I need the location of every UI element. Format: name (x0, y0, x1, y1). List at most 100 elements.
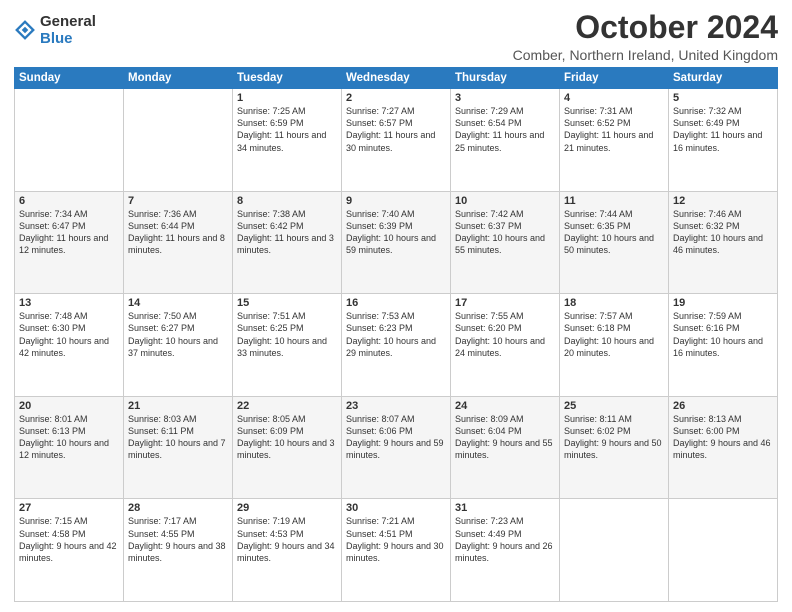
logo-general: General (40, 14, 96, 31)
day-content: Sunrise: 8:01 AM Sunset: 6:13 PM Dayligh… (19, 413, 119, 462)
day-number: 25 (564, 400, 664, 412)
day-content: Sunrise: 7:50 AM Sunset: 6:27 PM Dayligh… (128, 310, 228, 359)
day-number: 9 (346, 195, 446, 207)
logo-text: General Blue (40, 14, 96, 47)
day-content: Sunrise: 7:32 AM Sunset: 6:49 PM Dayligh… (673, 105, 773, 154)
calendar-cell: 10Sunrise: 7:42 AM Sunset: 6:37 PM Dayli… (451, 191, 560, 294)
day-number: 6 (19, 195, 119, 207)
calendar-cell: 14Sunrise: 7:50 AM Sunset: 6:27 PM Dayli… (124, 294, 233, 397)
day-number: 18 (564, 297, 664, 309)
day-number: 30 (346, 502, 446, 514)
title-block: October 2024 Comber, Northern Ireland, U… (513, 10, 778, 63)
day-content: Sunrise: 7:25 AM Sunset: 6:59 PM Dayligh… (237, 105, 337, 154)
day-header-wednesday: Wednesday (342, 68, 451, 89)
calendar-cell: 3Sunrise: 7:29 AM Sunset: 6:54 PM Daylig… (451, 89, 560, 192)
calendar-cell: 29Sunrise: 7:19 AM Sunset: 4:53 PM Dayli… (233, 499, 342, 602)
day-content: Sunrise: 7:34 AM Sunset: 6:47 PM Dayligh… (19, 208, 119, 257)
day-content: Sunrise: 7:48 AM Sunset: 6:30 PM Dayligh… (19, 310, 119, 359)
day-content: Sunrise: 7:23 AM Sunset: 4:49 PM Dayligh… (455, 515, 555, 564)
calendar-cell (560, 499, 669, 602)
day-number: 16 (346, 297, 446, 309)
day-header-friday: Friday (560, 68, 669, 89)
calendar-cell: 22Sunrise: 8:05 AM Sunset: 6:09 PM Dayli… (233, 396, 342, 499)
day-content: Sunrise: 7:21 AM Sunset: 4:51 PM Dayligh… (346, 515, 446, 564)
day-number: 1 (237, 92, 337, 104)
day-content: Sunrise: 7:27 AM Sunset: 6:57 PM Dayligh… (346, 105, 446, 154)
calendar-cell: 16Sunrise: 7:53 AM Sunset: 6:23 PM Dayli… (342, 294, 451, 397)
day-header-tuesday: Tuesday (233, 68, 342, 89)
calendar-cell: 30Sunrise: 7:21 AM Sunset: 4:51 PM Dayli… (342, 499, 451, 602)
calendar-cell: 20Sunrise: 8:01 AM Sunset: 6:13 PM Dayli… (15, 396, 124, 499)
calendar-cell: 27Sunrise: 7:15 AM Sunset: 4:58 PM Dayli… (15, 499, 124, 602)
calendar-cell: 8Sunrise: 7:38 AM Sunset: 6:42 PM Daylig… (233, 191, 342, 294)
day-content: Sunrise: 7:40 AM Sunset: 6:39 PM Dayligh… (346, 208, 446, 257)
day-content: Sunrise: 7:53 AM Sunset: 6:23 PM Dayligh… (346, 310, 446, 359)
calendar-cell: 6Sunrise: 7:34 AM Sunset: 6:47 PM Daylig… (15, 191, 124, 294)
day-header-saturday: Saturday (669, 68, 778, 89)
calendar-cell: 19Sunrise: 7:59 AM Sunset: 6:16 PM Dayli… (669, 294, 778, 397)
day-content: Sunrise: 7:19 AM Sunset: 4:53 PM Dayligh… (237, 515, 337, 564)
calendar-cell: 12Sunrise: 7:46 AM Sunset: 6:32 PM Dayli… (669, 191, 778, 294)
day-number: 27 (19, 502, 119, 514)
logo-blue: Blue (40, 31, 96, 48)
calendar-cell (124, 89, 233, 192)
day-number: 23 (346, 400, 446, 412)
day-number: 26 (673, 400, 773, 412)
calendar-cell: 5Sunrise: 7:32 AM Sunset: 6:49 PM Daylig… (669, 89, 778, 192)
day-number: 10 (455, 195, 555, 207)
location-title: Comber, Northern Ireland, United Kingdom (513, 47, 778, 63)
day-content: Sunrise: 7:55 AM Sunset: 6:20 PM Dayligh… (455, 310, 555, 359)
day-content: Sunrise: 7:51 AM Sunset: 6:25 PM Dayligh… (237, 310, 337, 359)
calendar-cell: 31Sunrise: 7:23 AM Sunset: 4:49 PM Dayli… (451, 499, 560, 602)
week-row-3: 20Sunrise: 8:01 AM Sunset: 6:13 PM Dayli… (15, 396, 778, 499)
calendar-cell: 25Sunrise: 8:11 AM Sunset: 6:02 PM Dayli… (560, 396, 669, 499)
calendar-cell: 4Sunrise: 7:31 AM Sunset: 6:52 PM Daylig… (560, 89, 669, 192)
week-row-4: 27Sunrise: 7:15 AM Sunset: 4:58 PM Dayli… (15, 499, 778, 602)
day-content: Sunrise: 7:15 AM Sunset: 4:58 PM Dayligh… (19, 515, 119, 564)
calendar-table: SundayMondayTuesdayWednesdayThursdayFrid… (14, 67, 778, 602)
day-content: Sunrise: 7:57 AM Sunset: 6:18 PM Dayligh… (564, 310, 664, 359)
day-content: Sunrise: 8:13 AM Sunset: 6:00 PM Dayligh… (673, 413, 773, 462)
day-number: 2 (346, 92, 446, 104)
header: General Blue October 2024 Comber, Northe… (14, 10, 778, 63)
calendar-cell: 17Sunrise: 7:55 AM Sunset: 6:20 PM Dayli… (451, 294, 560, 397)
logo-icon (14, 19, 36, 41)
day-number: 22 (237, 400, 337, 412)
day-number: 13 (19, 297, 119, 309)
day-content: Sunrise: 7:38 AM Sunset: 6:42 PM Dayligh… (237, 208, 337, 257)
calendar-cell: 2Sunrise: 7:27 AM Sunset: 6:57 PM Daylig… (342, 89, 451, 192)
day-number: 31 (455, 502, 555, 514)
calendar-cell: 23Sunrise: 8:07 AM Sunset: 6:06 PM Dayli… (342, 396, 451, 499)
day-content: Sunrise: 7:17 AM Sunset: 4:55 PM Dayligh… (128, 515, 228, 564)
day-number: 29 (237, 502, 337, 514)
day-number: 4 (564, 92, 664, 104)
day-number: 8 (237, 195, 337, 207)
calendar-cell: 9Sunrise: 7:40 AM Sunset: 6:39 PM Daylig… (342, 191, 451, 294)
calendar-cell: 15Sunrise: 7:51 AM Sunset: 6:25 PM Dayli… (233, 294, 342, 397)
week-row-0: 1Sunrise: 7:25 AM Sunset: 6:59 PM Daylig… (15, 89, 778, 192)
day-number: 20 (19, 400, 119, 412)
day-number: 7 (128, 195, 228, 207)
calendar-cell: 18Sunrise: 7:57 AM Sunset: 6:18 PM Dayli… (560, 294, 669, 397)
week-row-2: 13Sunrise: 7:48 AM Sunset: 6:30 PM Dayli… (15, 294, 778, 397)
day-content: Sunrise: 8:07 AM Sunset: 6:06 PM Dayligh… (346, 413, 446, 462)
calendar-cell: 7Sunrise: 7:36 AM Sunset: 6:44 PM Daylig… (124, 191, 233, 294)
day-content: Sunrise: 8:09 AM Sunset: 6:04 PM Dayligh… (455, 413, 555, 462)
calendar-cell: 28Sunrise: 7:17 AM Sunset: 4:55 PM Dayli… (124, 499, 233, 602)
calendar-cell (15, 89, 124, 192)
day-number: 28 (128, 502, 228, 514)
calendar-cell: 1Sunrise: 7:25 AM Sunset: 6:59 PM Daylig… (233, 89, 342, 192)
day-number: 5 (673, 92, 773, 104)
day-number: 3 (455, 92, 555, 104)
day-header-monday: Monday (124, 68, 233, 89)
day-content: Sunrise: 7:31 AM Sunset: 6:52 PM Dayligh… (564, 105, 664, 154)
calendar-cell: 26Sunrise: 8:13 AM Sunset: 6:00 PM Dayli… (669, 396, 778, 499)
page: General Blue October 2024 Comber, Northe… (0, 0, 792, 612)
day-content: Sunrise: 8:03 AM Sunset: 6:11 PM Dayligh… (128, 413, 228, 462)
calendar-cell: 21Sunrise: 8:03 AM Sunset: 6:11 PM Dayli… (124, 396, 233, 499)
day-content: Sunrise: 7:46 AM Sunset: 6:32 PM Dayligh… (673, 208, 773, 257)
calendar-cell: 13Sunrise: 7:48 AM Sunset: 6:30 PM Dayli… (15, 294, 124, 397)
day-content: Sunrise: 8:05 AM Sunset: 6:09 PM Dayligh… (237, 413, 337, 462)
day-number: 12 (673, 195, 773, 207)
day-number: 11 (564, 195, 664, 207)
